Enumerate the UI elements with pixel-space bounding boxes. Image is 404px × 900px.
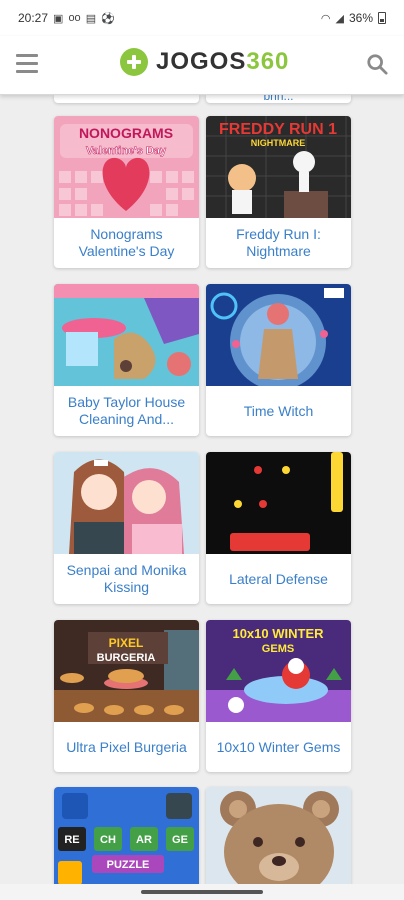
game-thumbnail (206, 787, 351, 885)
signal-icon: ◢ (335, 12, 344, 25)
home-gesture-handle[interactable] (141, 890, 263, 894)
game-card[interactable]: Senpai and Monika Kissing (54, 452, 199, 604)
message-icon: ▤ (85, 12, 97, 25)
game-card[interactable]: Lateral Defense (206, 452, 351, 604)
menu-icon[interactable] (16, 54, 38, 74)
svg-text:RE: RE (64, 834, 79, 846)
game-title: 10x10 Winter Gems (216, 738, 341, 755)
svg-text:10x10 WINTER: 10x10 WINTER (232, 626, 324, 641)
game-thumbnail: FREDDY RUN 1 NIGHTMARE (206, 116, 351, 218)
game-card[interactable]: FREDDY RUN 1 NIGHTMARE Freddy Run I: Nig… (206, 116, 351, 268)
game-title: Freddy Run I: Nightmare (236, 226, 321, 259)
game-card[interactable]: 10x10 WINTER GEMS 10x10 Winter Gems (206, 620, 351, 772)
svg-text:AR: AR (136, 834, 152, 846)
game-card[interactable] (206, 787, 351, 885)
game-grid: brin... NONOGRAMS Valentine's Day Nonogr… (0, 95, 404, 885)
game-card[interactable]: NONOGRAMS Valentine's Day Nonograms Vale… (54, 116, 199, 268)
game-thumbnail (206, 284, 351, 386)
game-thumbnail: NONOGRAMS Valentine's Day (54, 116, 199, 218)
partial-card-left[interactable] (54, 95, 199, 103)
svg-text:GE: GE (172, 834, 188, 846)
game-card[interactable]: Baby Taylor House Cleaning And... (54, 284, 199, 436)
search-icon[interactable] (366, 53, 388, 75)
battery-percent: 36% (348, 11, 373, 25)
svg-text:GEMS: GEMS (262, 643, 294, 655)
game-thumbnail: RE CH AR GE PUZZLE (54, 787, 199, 885)
game-thumbnail (54, 284, 199, 386)
partial-card-right[interactable]: brin... (206, 95, 351, 103)
svg-text:CH: CH (100, 834, 116, 846)
game-thumbnail: 10x10 WINTER GEMS (206, 620, 351, 722)
site-logo[interactable]: JOGOS360 (120, 48, 289, 76)
game-thumbnail (206, 452, 351, 554)
svg-text:BURGERIA: BURGERIA (97, 652, 156, 664)
game-title: Ultra Pixel Burgeria (66, 738, 187, 755)
game-title: Time Witch (243, 402, 314, 419)
svg-text:FREDDY RUN 1: FREDDY RUN 1 (219, 121, 337, 138)
gamepad-logo-icon (120, 48, 148, 76)
svg-text:Valentine's Day: Valentine's Day (86, 145, 167, 157)
status-bar: 20:27 ▣ oo ▤ ⚽ ◠ ◢ 36% (0, 0, 404, 36)
wifi-icon: ◠ (320, 12, 331, 25)
game-card[interactable]: Time Witch (206, 284, 351, 436)
svg-text:NONOGRAMS: NONOGRAMS (79, 125, 173, 141)
status-time: 20:27 (18, 11, 49, 25)
game-title: Baby Taylor House Cleaning And... (67, 394, 186, 427)
system-nav-bar (0, 884, 404, 900)
notification-icon: ▣ (53, 12, 64, 25)
game-card[interactable]: PIXEL BURGERIA Ultra Pixel Burgeria (54, 620, 199, 772)
game-card[interactable]: RE CH AR GE PUZZLE (54, 787, 199, 885)
voicemail-icon: oo (68, 12, 81, 24)
svg-text:PUZZLE: PUZZLE (107, 859, 150, 871)
soccer-icon: ⚽ (101, 12, 115, 25)
game-title: Nonograms Valentine's Day (78, 226, 175, 259)
logo-text: JOGOS360 (156, 48, 290, 75)
svg-text:NIGHTMARE: NIGHTMARE (251, 138, 306, 148)
battery-icon (378, 12, 386, 24)
svg-text:PIXEL: PIXEL (109, 636, 144, 650)
game-thumbnail (54, 452, 199, 554)
app-header: JOGOS360 (0, 36, 404, 95)
game-title: Senpai and Monika Kissing (66, 562, 187, 595)
game-title: Lateral Defense (229, 570, 328, 587)
game-thumbnail: PIXEL BURGERIA (54, 620, 199, 722)
